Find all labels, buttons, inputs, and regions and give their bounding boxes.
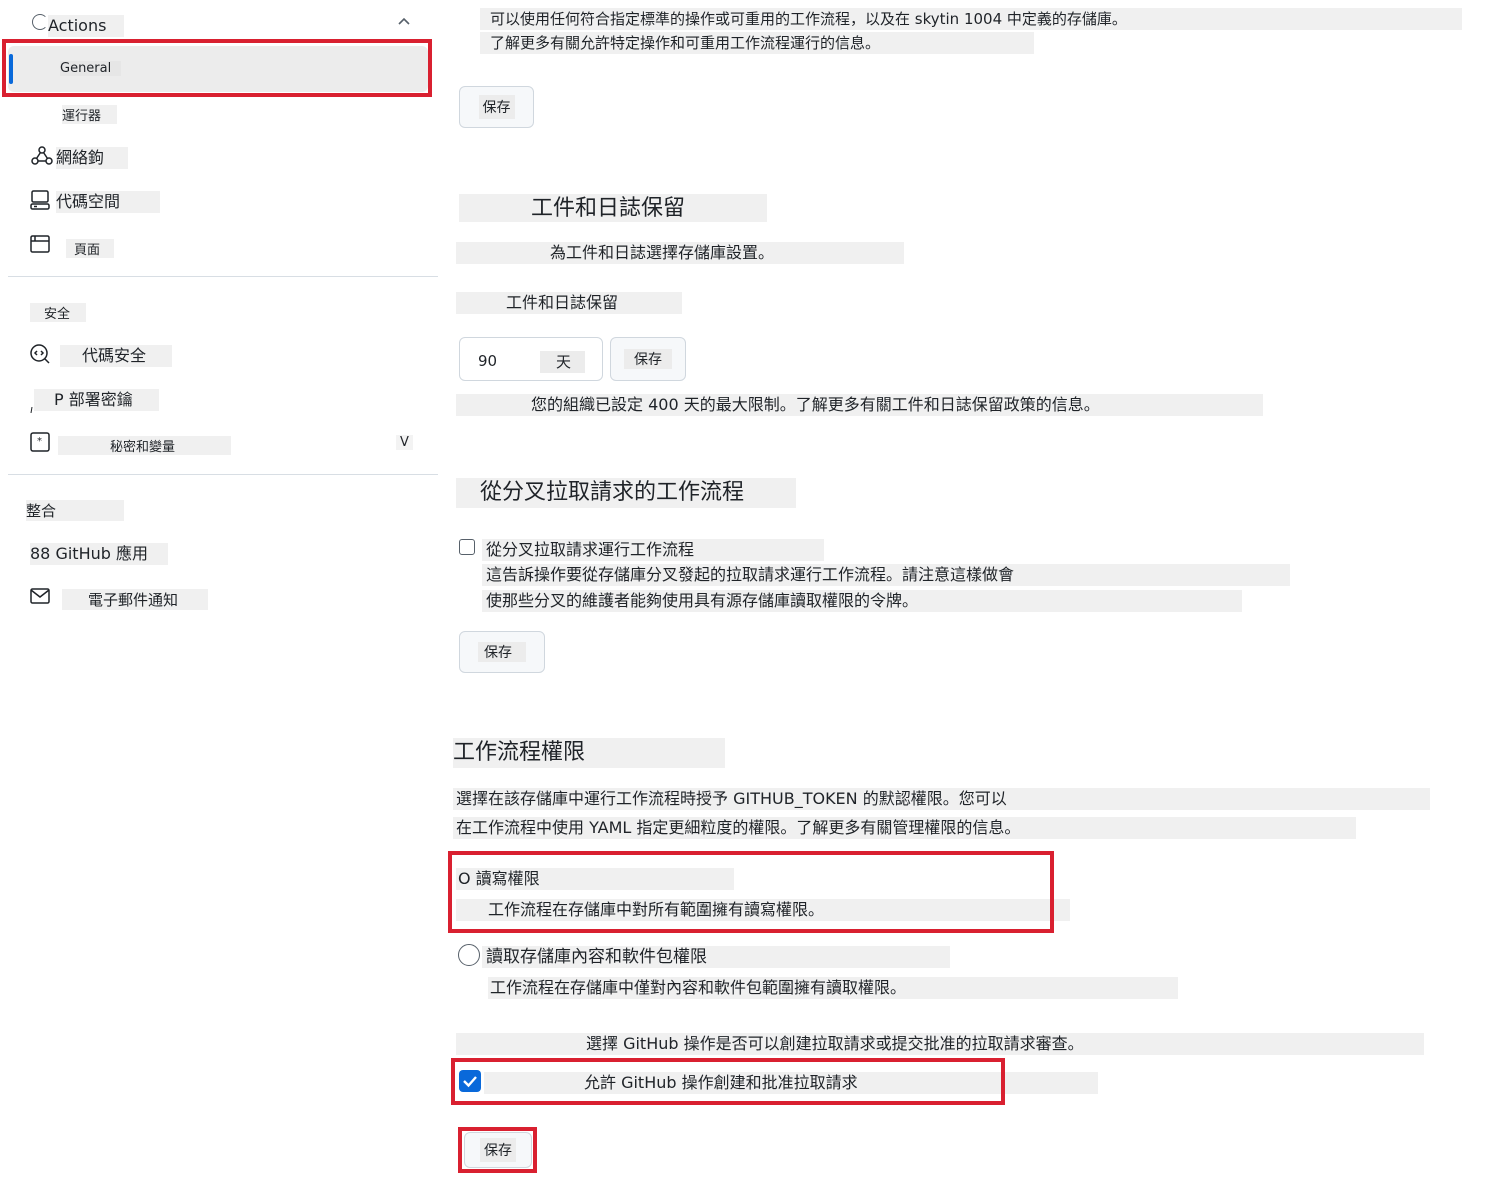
fork-description-1: 這告訴操作要從存儲庫分叉發起的拉取請求運行工作流程。請注意這樣做會 [482, 564, 1290, 586]
actions-label: Actions [48, 15, 125, 37]
retention-save-button[interactable]: 保存 [610, 337, 686, 381]
fork-checkbox-label: 從分叉拉取請求運行工作流程 [482, 539, 824, 561]
retention-days-value: 90 [478, 352, 498, 370]
sidebar-item-codespaces[interactable]: 代碼空間 [8, 188, 428, 216]
permission-read-only-description: 工作流程在存儲庫中僅對內容和軟件包範圍擁有讀取權限。 [488, 977, 1178, 999]
intro-line-1: 可以使用任何符合指定標準的操作或可重用的工作流程，以及在 skytin 1004… [480, 8, 1462, 30]
chevron-up-icon[interactable] [396, 14, 412, 30]
fork-save-button[interactable]: 保存 [459, 631, 545, 673]
browser-icon [28, 232, 52, 256]
highlight-box-read-write [448, 851, 1054, 933]
save-button[interactable]: 保存 [459, 86, 534, 128]
actions-circle-icon [32, 14, 48, 30]
sidebar-divider [8, 276, 438, 277]
chevron-down-icon[interactable]: V [396, 435, 413, 450]
sidebar-item-label: 網絡鉤 [56, 147, 129, 169]
sidebar-item-secrets[interactable]: * 秘密和變量 V [8, 430, 428, 458]
sidebar-item-runners[interactable]: 運行器 [8, 100, 428, 126]
svg-text:*: * [37, 436, 42, 447]
permission-read-only-label: 讀取存儲庫內容和軟件包權限 [482, 946, 950, 968]
sidebar-item-webhooks[interactable]: 網絡鉤 [8, 144, 428, 172]
highlight-box-pr-approval [451, 1058, 1005, 1105]
sidebar-item-label: 秘密和變量 [58, 436, 232, 455]
save-button-label: 保存 [624, 349, 672, 369]
code-scan-icon [28, 342, 52, 366]
sidebar-item-pages[interactable]: 頁面 [8, 232, 428, 260]
integrations-heading: 整合 [26, 500, 125, 521]
artifact-section-title: 工件和日誌保留 [459, 194, 767, 222]
sidebar-item-label: 代碼安全 [60, 345, 173, 367]
codespaces-icon [28, 188, 52, 212]
permission-read-only-radio[interactable] [458, 944, 480, 966]
sidebar-item-label: 代碼空間 [56, 191, 161, 213]
retention-days-unit: 天 [540, 351, 586, 373]
sidebar-item-email-notifications[interactable]: 電子郵件通知 [8, 584, 428, 612]
permissions-description-2: 在工作流程中使用 YAML 指定更細粒度的權限。了解更多有關管理權限的信息。 [453, 817, 1356, 839]
permissions-description-1: 選擇在該存儲庫中運行工作流程時授予 GITHUB_TOKEN 的默認權限。您可以 [453, 788, 1430, 810]
sidebar-item-label: 88 GitHub 應用 [30, 543, 168, 565]
artifact-description: 為工件和日誌選擇存儲庫設置。 [456, 242, 904, 264]
pr-approval-question: 選擇 GitHub 操作是否可以創建拉取請求或提交批准的拉取請求審查。 [456, 1033, 1424, 1055]
fork-description-2: 使那些分叉的維護者能夠使用具有源存儲庫讀取權限的令牌。 [482, 590, 1242, 612]
security-heading: 安全 [30, 303, 87, 322]
save-button-label: 保存 [478, 95, 515, 119]
permissions-section-title: 工作流程權限 [453, 738, 725, 768]
sidebar-divider [8, 474, 438, 475]
save-button-label: 保存 [478, 642, 526, 662]
sidebar-item-label: P 部署密鑰 [34, 389, 159, 411]
artifact-field-label: 工件和日誌保留 [456, 292, 682, 314]
highlight-box-save [458, 1127, 537, 1173]
sidebar-item-label: 頁面 [66, 239, 115, 258]
sidebar-item-github-apps[interactable]: 88 GitHub 應用 [8, 540, 428, 568]
sidebar-item-deploy-keys[interactable]: P 部署密鑰 [8, 386, 428, 414]
mail-icon [28, 584, 52, 608]
retention-days-input[interactable]: 90 天 [459, 337, 603, 381]
webhook-icon [30, 144, 54, 168]
asterisk-box-icon: * [28, 430, 52, 454]
sidebar-actions-header[interactable]: Actions [28, 12, 428, 40]
highlight-box-general [2, 39, 432, 97]
intro-line-2: 了解更多有關允許特定操作和可重用工作流程運行的信息。 [480, 32, 1034, 54]
fork-run-checkbox[interactable] [459, 539, 475, 555]
sidebar-item-label: 電子郵件通知 [62, 589, 209, 610]
fork-section-title: 從分叉拉取請求的工作流程 [456, 478, 796, 508]
sidebar-item-code-security[interactable]: 代碼安全 [8, 342, 428, 370]
sidebar-item-label: 運行器 [62, 105, 118, 124]
retention-limit-note: 您的組織已設定 400 天的最大限制。了解更多有關工件和日誌保留政策的信息。 [456, 394, 1263, 416]
